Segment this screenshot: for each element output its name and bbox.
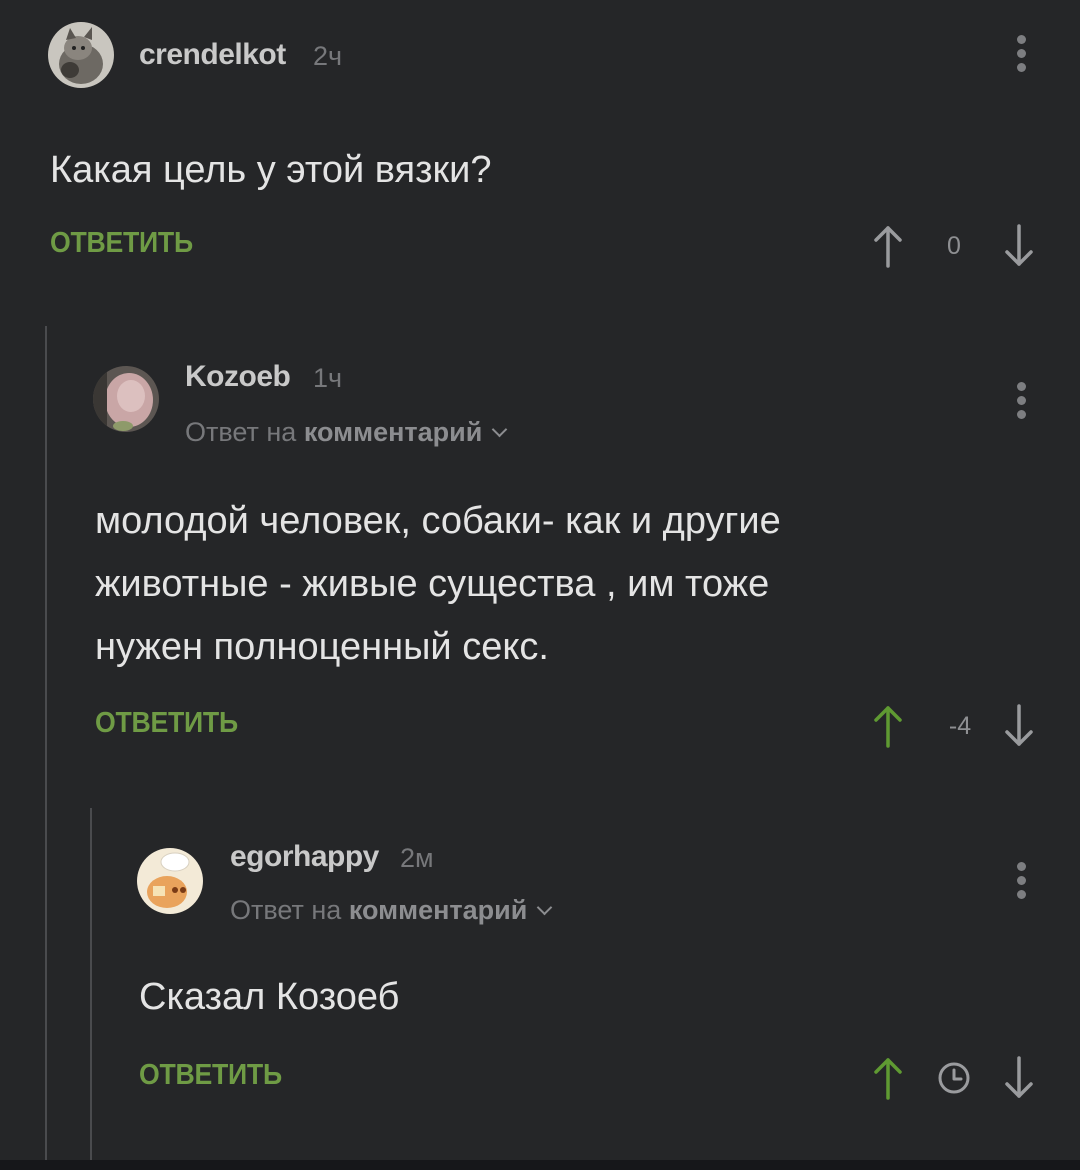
upvote-arrow-icon[interactable] — [870, 222, 906, 270]
avatar[interactable] — [137, 848, 203, 914]
reply-prefix: Ответ на — [230, 895, 342, 925]
more-options-icon[interactable] — [1001, 370, 1041, 430]
chevron-down-icon — [537, 899, 553, 916]
username[interactable]: egorhappy — [230, 840, 379, 874]
downvote-arrow-icon[interactable] — [1001, 222, 1037, 270]
comment-text-line: нужен полноценный секс. — [95, 626, 549, 668]
score: -4 — [948, 712, 972, 740]
bottom-edge — [0, 1160, 1080, 1170]
timestamp: 1ч — [313, 363, 343, 393]
avatar[interactable] — [48, 22, 114, 88]
reply-to-link[interactable]: Ответ на комментарий — [185, 417, 508, 448]
upvote-arrow-icon[interactable] — [870, 702, 906, 750]
username[interactable]: crendelkot — [139, 38, 286, 72]
downvote-arrow-icon[interactable] — [1001, 702, 1037, 750]
comment-text-line: животные - живые существа , им тоже — [95, 563, 770, 605]
timestamp: 2ч — [313, 41, 343, 71]
more-options-icon[interactable] — [1001, 23, 1041, 83]
comment-text: молодой человек, собаки- как и другие жи… — [95, 490, 781, 679]
comment-text-line: молодой человек, собаки- как и другие — [95, 500, 781, 542]
upvote-arrow-icon[interactable] — [870, 1054, 906, 1102]
reply-button[interactable]: ОТВЕТИТЬ — [139, 1059, 282, 1092]
thread-line-level-2 — [90, 808, 92, 1160]
downvote-arrow-icon[interactable] — [1001, 1054, 1037, 1102]
more-options-icon[interactable] — [1001, 850, 1041, 910]
clock-icon — [938, 1062, 970, 1094]
comment-text: Сказал Козоеб — [139, 976, 400, 1018]
reply-button[interactable]: ОТВЕТИТЬ — [50, 227, 193, 260]
chevron-down-icon — [492, 421, 508, 438]
reply-target: комментарий — [348, 895, 528, 925]
photo-avatar-icon — [93, 366, 159, 432]
reply-target: комментарий — [303, 417, 483, 447]
score: 0 — [947, 232, 961, 260]
username[interactable]: Kozoeb — [185, 360, 291, 394]
timestamp: 2м — [400, 843, 434, 873]
avatar[interactable] — [93, 366, 159, 432]
cartoon-avatar-icon — [137, 848, 203, 914]
reply-to-link[interactable]: Ответ на комментарий — [230, 895, 553, 926]
reply-prefix: Ответ на — [185, 417, 297, 447]
comment-text: Какая цель у этой вязки? — [50, 149, 492, 191]
reply-button[interactable]: ОТВЕТИТЬ — [95, 707, 238, 740]
thread-line-level-1 — [45, 326, 47, 1160]
cat-avatar-icon — [48, 22, 114, 88]
